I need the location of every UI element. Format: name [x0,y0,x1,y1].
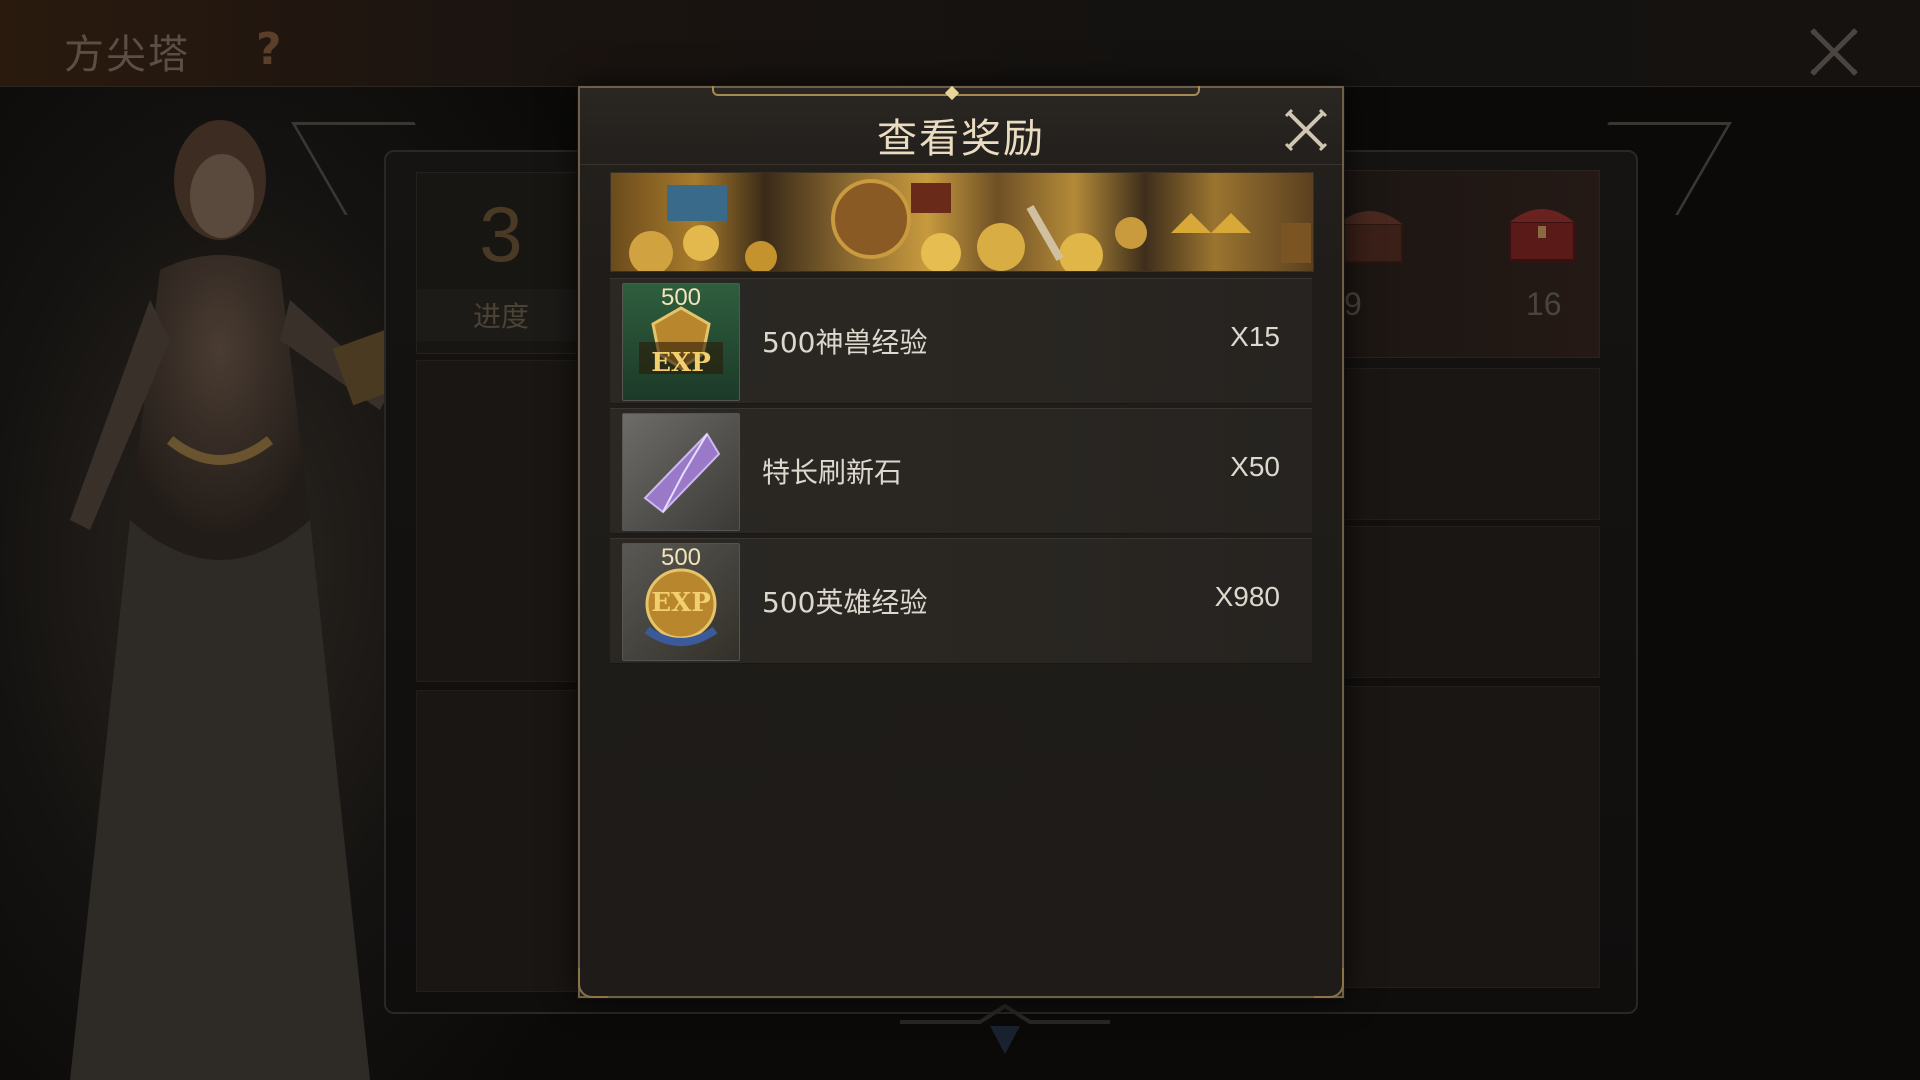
progress-panel: 3 进度 [416,172,586,354]
dialog-title: 查看奖励 [877,116,1045,162]
close-icon[interactable] [1282,106,1330,154]
reward-row: 500 EXP 500英雄经验 X980 [610,538,1312,664]
reward-name: 特长刷新石 [762,456,903,489]
icon-text: EXP [651,588,711,618]
icon-text: EXP [651,348,711,378]
reward-dialog: 查看奖励 500 EXP 500神兽经验 X15 特长刷新石 X50 500 E… [578,85,1344,998]
screen-title: 方尖塔 [64,32,190,78]
corner-ornament [1314,968,1344,998]
progress-tick: 16 [1526,286,1562,322]
hero-exp-icon[interactable]: 500 EXP [622,543,740,661]
help-icon[interactable]: ? [256,24,282,75]
progress-value: 3 [479,190,523,278]
close-icon[interactable] [1806,24,1862,80]
floor-tile [1342,368,1600,520]
floor-tile [416,360,584,682]
progress-label: 进度 [417,289,585,341]
top-bar: 方尖塔 ? [0,0,1920,87]
reward-row: 特长刷新石 X50 [610,408,1312,534]
reward-quantity: X50 [1230,451,1280,482]
reward-row: 500 EXP 500神兽经验 X15 [610,278,1312,404]
progress-tick: 9 [1344,286,1362,322]
purple-crystal-icon[interactable] [622,413,740,531]
floor-tile [1342,526,1600,678]
icon-badge: 500 [660,544,702,571]
character-illustration [70,120,430,1080]
dialog-header: 查看奖励 [580,88,1342,165]
floor-tile [1342,686,1600,988]
floor-tile [416,690,584,992]
treasure-banner [610,172,1314,272]
reward-name: 500英雄经验 [762,586,928,619]
reward-quantity: X980 [1214,581,1280,612]
frame-ornament [900,1003,1110,1054]
beast-exp-icon[interactable]: 500 EXP [622,283,740,401]
reward-quantity: X15 [1230,321,1280,352]
icon-badge: 500 [660,284,702,311]
chest-icon[interactable] [1502,196,1582,266]
corner-ornament [578,968,608,998]
reward-name: 500神兽经验 [762,326,928,359]
